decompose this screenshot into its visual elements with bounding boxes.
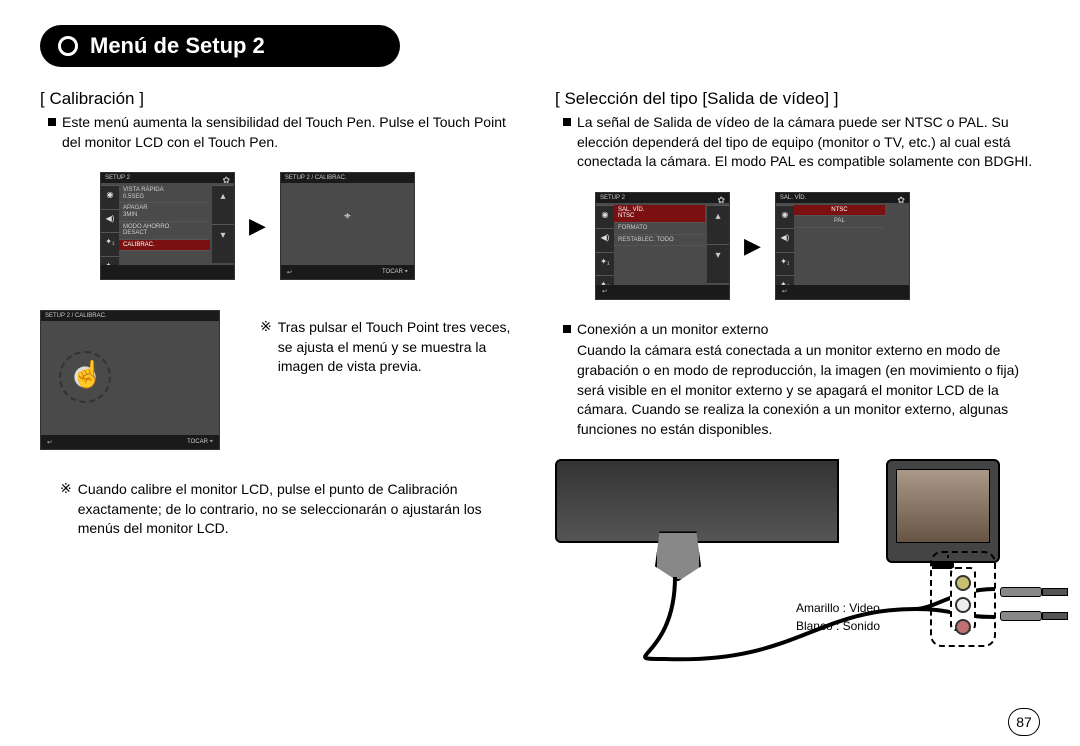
screen-bottombar: ↩ TOCAR ⌖: [41, 435, 219, 449]
note-text: Cuando calibre el monitor LCD, pulse el …: [78, 480, 525, 539]
menu-list: SAL. VÍD.NTSC FORMATO RESTABLEC. TODO: [614, 205, 705, 283]
video-intro-row: La señal de Salida de vídeo de la cámara…: [563, 113, 1040, 172]
screen-header: SAL. VÍD. ✿: [776, 193, 909, 203]
emblem-icon: ✿: [897, 195, 905, 206]
screen-bottombar: ↩: [596, 285, 729, 299]
screen-header: SETUP 2 / CALIBRAC.: [41, 311, 219, 321]
wrench1-tab-icon: ✦₁: [596, 252, 614, 276]
setup-menu-screen: SETUP 2 ✿ ◉ ◀) ✦₁ ✦₂ VISTA RÁPIDA0.5SEG: [100, 172, 235, 280]
menu-item: VISTA RÁPIDA0.5SEG: [119, 185, 210, 203]
external-monitor-row: Conexión a un monitor externo Cuando la …: [563, 320, 1040, 440]
scroll-down-icon: ▾: [707, 244, 729, 283]
camera-plug-graphic: [655, 531, 701, 581]
video-out-options-screen: SAL. VÍD. ✿ ◉ ◀) ✦₁ ✦₂ NTSC P: [775, 192, 910, 300]
note-text: Tras pulsar el Touch Point tres veces, s…: [278, 318, 525, 377]
jack-white-icon: [955, 597, 971, 613]
manual-page: Menú de Setup 2 [ Calibración ] Este men…: [0, 0, 1080, 746]
screen-header: SETUP 2 ✿: [596, 193, 729, 203]
menu-item-selected: NTSC: [794, 205, 885, 217]
page-number: 87: [1008, 708, 1040, 736]
rca-plug-graphic: [1000, 609, 1070, 621]
external-monitor-block: Conexión a un monitor externo Cuando la …: [577, 320, 1040, 440]
left-column: [ Calibración ] Este menú aumenta la sen…: [40, 79, 525, 679]
calibration-target-screen: SETUP 2 / CALIBRAC. ⌖ ↩ TOCAR ⌖: [280, 172, 415, 280]
menu-item: MODO AHORRO.DESACT: [119, 222, 210, 240]
touch-hand-icon: [59, 351, 111, 403]
note-symbol-icon: ※: [260, 318, 272, 377]
external-monitor-subtitle: Conexión a un monitor externo: [577, 320, 1040, 340]
back-icon: ↩: [782, 288, 787, 295]
menu-list: NTSC PAL: [794, 205, 885, 283]
calibration-intro-text: Este menú aumenta la sensibilidad del To…: [62, 113, 525, 152]
menu-item-selected: CALIBRAC.: [119, 240, 210, 252]
camera-tab-icon: ◉: [776, 205, 794, 229]
jack-panel-graphic: [950, 567, 976, 631]
note-row: ※ Tras pulsar el Touch Point tres veces,…: [260, 318, 525, 377]
menu-item: PAL: [794, 216, 885, 228]
back-icon: ↩: [287, 269, 292, 276]
screen-bottombar: ↩ TOCAR ⌖: [281, 265, 414, 279]
scroll-down-icon: ▾: [212, 224, 234, 263]
back-icon: ↩: [602, 288, 607, 295]
video-screens-row: SETUP 2 ✿ ◉ ◀) ✦₁ ✦₂ SAL. VÍD.NTSC: [595, 192, 1040, 300]
speaker-tab-icon: ◀): [101, 209, 119, 233]
calibration-screens-row: SETUP 2 ✿ ◉ ◀) ✦₁ ✦₂ VISTA RÁPIDA0.5SEG: [100, 172, 525, 280]
scroll-buttons: ▴ ▾: [707, 205, 729, 283]
camera-tab-icon: ◉: [596, 205, 614, 229]
arrow-icon: ▶: [744, 233, 761, 259]
camera-body-graphic: [555, 459, 839, 543]
screen-bottombar: ↩: [776, 285, 909, 299]
screen-header-text: SETUP 2: [600, 195, 625, 201]
square-bullet-icon: [563, 118, 571, 126]
wrench1-tab-icon: ✦₁: [776, 252, 794, 276]
scroll-buttons: ▴ ▾: [212, 185, 234, 263]
tv-graphic: [886, 459, 1000, 563]
bottom-right-text: TOCAR ⌖: [187, 439, 213, 446]
scroll-up-icon: ▴: [707, 205, 729, 244]
menu-item: FORMATO: [614, 223, 705, 235]
rca-plug-graphic: [1000, 585, 1070, 597]
right-column: [ Selección del tipo [Salida de vídeo] ]…: [555, 79, 1040, 679]
target-icon: ⌖: [344, 208, 351, 223]
speaker-tab-icon: ◀): [776, 228, 794, 252]
camera-tab-icon: ◉: [101, 185, 119, 209]
screen-header-text: SETUP 2: [105, 175, 130, 181]
note-row: ※ Cuando calibre el monitor LCD, pulse e…: [60, 480, 525, 539]
menu-list: VISTA RÁPIDA0.5SEG APAGAR3MIN MODO AHORR…: [119, 185, 210, 263]
page-title: Menú de Setup 2: [40, 25, 400, 67]
jack-yellow-icon: [955, 575, 971, 591]
connection-label-white: Blanco : Sonido: [796, 617, 880, 635]
screen-bottombar: [101, 265, 234, 279]
calibration-touch-screen: SETUP 2 / CALIBRAC. ↩ TOCAR ⌖: [40, 310, 220, 450]
connection-label: Amarillo : Video Blanco : Sonido: [796, 599, 880, 635]
note-symbol-icon: ※: [60, 480, 72, 539]
video-intro-text: La señal de Salida de vídeo de la cámara…: [577, 113, 1040, 172]
video-out-section-title: [ Selección del tipo [Salida de vídeo] ]: [555, 89, 1040, 109]
back-icon: ↩: [47, 439, 52, 446]
square-bullet-icon: [563, 325, 571, 333]
speaker-tab-icon: ◀): [596, 228, 614, 252]
content-columns: [ Calibración ] Este menú aumenta la sen…: [40, 79, 1040, 679]
tv-screen-graphic: [896, 469, 990, 543]
square-bullet-icon: [48, 118, 56, 126]
wrench1-tab-icon: ✦₁: [101, 232, 119, 256]
menu-item: RESTABLEC. TODO: [614, 235, 705, 247]
bottom-right-text: TOCAR ⌖: [382, 269, 408, 276]
arrow-icon: ▶: [249, 213, 266, 239]
setup-menu-screen: SETUP 2 ✿ ◉ ◀) ✦₁ ✦₂ SAL. VÍD.NTSC: [595, 192, 730, 300]
menu-item-selected: SAL. VÍD.NTSC: [614, 205, 705, 223]
menu-item: APAGAR3MIN: [119, 203, 210, 221]
screen-header: SETUP 2 ✿: [101, 173, 234, 183]
external-monitor-text: Cuando la cámara está conectada a un mon…: [577, 341, 1040, 439]
scroll-up-icon: ▴: [212, 185, 234, 224]
calibration-intro-row: Este menú aumenta la sensibilidad del To…: [48, 113, 525, 152]
connection-illustration: Amarillo : Video Blanco : Sonido: [555, 459, 1040, 679]
calibration-section-title: [ Calibración ]: [40, 89, 525, 109]
connection-label-yellow: Amarillo : Video: [796, 599, 880, 617]
screen-header-text: SAL. VÍD.: [780, 195, 806, 201]
screen-header: SETUP 2 / CALIBRAC.: [281, 173, 414, 183]
